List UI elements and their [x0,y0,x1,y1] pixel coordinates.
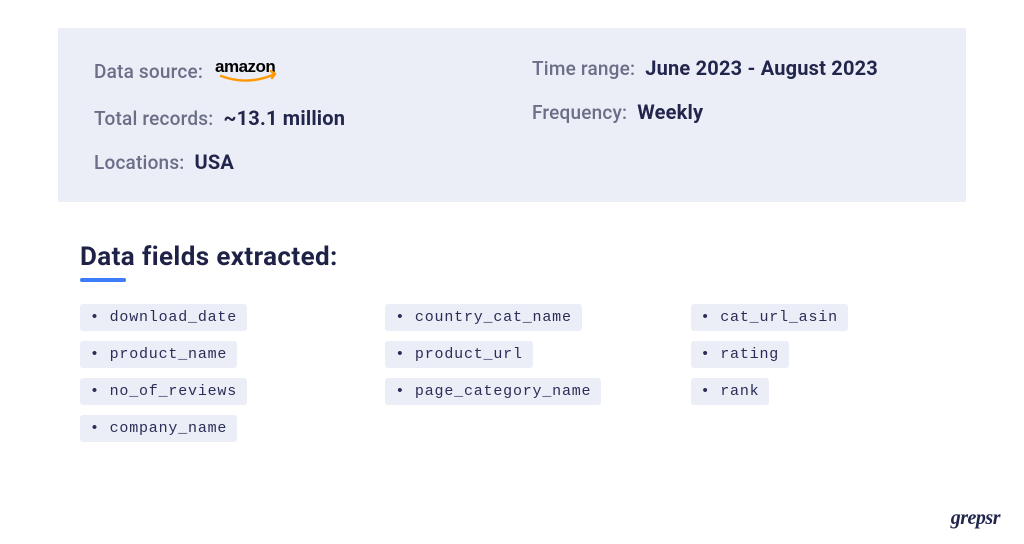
locations-row: Locations: USA [94,150,492,174]
fields-column-3: • cat_url_asin • rating • rank [691,304,966,442]
total-records-value: ~13.1 million [223,106,345,130]
frequency-label: Frequency: [532,101,627,124]
field-pill: • download_date [80,304,247,331]
time-range-row: Time range: June 2023 - August 2023 [532,56,930,80]
field-pill: • no_of_reviews [80,378,247,405]
field-pill: • product_name [80,341,237,368]
info-panel: Data source: amazon Total records: ~13.1… [58,28,966,202]
field-pill: • rank [691,378,770,405]
field-pill: • cat_url_asin [691,304,848,331]
fields-column-2: • country_cat_name • product_url • page_… [385,304,660,442]
section-title: Data fields extracted: [80,242,1024,272]
data-source-label: Data source: [94,60,203,83]
fields-column-1: • download_date • product_name • no_of_r… [80,304,355,442]
svg-text:amazon: amazon [215,57,275,76]
frequency-value: Weekly [637,100,703,124]
title-underline [80,278,126,282]
locations-value: USA [195,150,235,174]
amazon-logo-icon: amazon [215,56,305,86]
info-column-left: Data source: amazon Total records: ~13.1… [94,56,492,174]
fields-area: • download_date • product_name • no_of_r… [80,304,966,442]
data-source-row: Data source: amazon [94,56,492,86]
field-pill: • rating [691,341,789,368]
total-records-label: Total records: [94,107,213,130]
field-pill: • country_cat_name [385,304,581,331]
info-column-right: Time range: June 2023 - August 2023 Freq… [532,56,930,174]
total-records-row: Total records: ~13.1 million [94,106,492,130]
time-range-label: Time range: [532,57,635,80]
frequency-row: Frequency: Weekly [532,100,930,124]
field-pill: • page_category_name [385,378,601,405]
time-range-value: June 2023 - August 2023 [645,56,878,80]
brand-logo: grepsr [951,507,1000,530]
field-pill: • product_url [385,341,532,368]
field-pill: • company_name [80,415,237,442]
locations-label: Locations: [94,151,185,174]
